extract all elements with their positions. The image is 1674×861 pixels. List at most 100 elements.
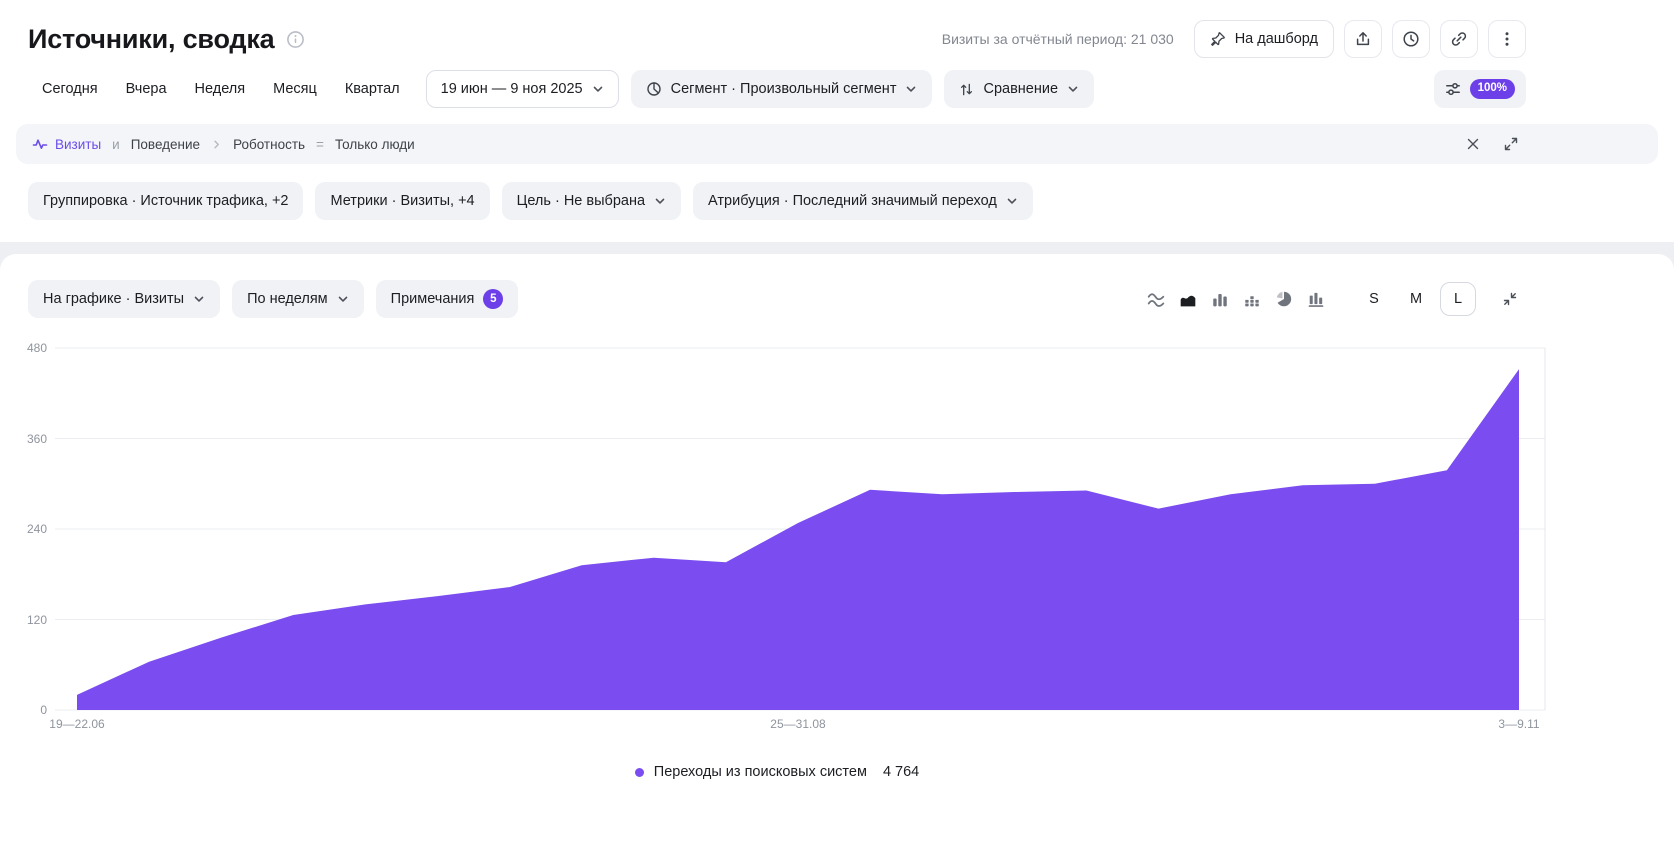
- smooth-line-chart-icon[interactable]: [1140, 283, 1172, 315]
- chevron-down-icon: [1006, 195, 1018, 207]
- attribution-label: Атрибуция · Последний значимый переход: [708, 193, 997, 209]
- tab-quarter[interactable]: Квартал: [331, 71, 414, 107]
- chart-toolbar: На графике · Визиты По неделям Примечани…: [0, 280, 1674, 318]
- y-axis-label: 480: [0, 341, 47, 355]
- date-range-select[interactable]: 19 июн — 9 ноя 2025: [426, 70, 619, 108]
- add-to-dashboard-button[interactable]: На дашборд: [1194, 20, 1334, 58]
- segment-icon: [646, 81, 662, 97]
- tab-yesterday[interactable]: Вчера: [112, 71, 181, 107]
- visits-area-chart[interactable]: 012024036048019—22.0625—31.083—9.11: [0, 336, 1674, 740]
- size-button-l[interactable]: L: [1440, 282, 1476, 316]
- filter-operator: =: [316, 137, 324, 152]
- sampling-badge: 100%: [1470, 79, 1515, 99]
- export-button[interactable]: [1344, 20, 1382, 58]
- y-axis-label: 240: [0, 522, 47, 536]
- title-wrap: Источники, сводка: [28, 24, 305, 55]
- chevron-down-icon: [193, 293, 205, 305]
- add-to-dashboard-label: На дашборд: [1235, 31, 1318, 47]
- filter-path-behavior[interactable]: Поведение: [131, 137, 200, 152]
- chevron-down-icon: [905, 83, 917, 95]
- notes-label: Примечания: [391, 291, 475, 307]
- comparison-label: Сравнение: [983, 81, 1058, 97]
- y-axis-label: 0: [0, 703, 47, 717]
- pulse-icon: [32, 136, 48, 152]
- x-axis-label: 25—31.08: [770, 717, 825, 731]
- card-section: На графике · Визиты По неделям Примечани…: [0, 242, 1674, 849]
- report-settings-row: Группировка · Источник трафика, +2 Метри…: [0, 164, 1674, 242]
- comparison-icon: [959, 82, 974, 97]
- segment-label: Сегмент · Произвольный сегмент: [671, 81, 897, 97]
- report-header: Источники, сводка Визиты за отчётный пер…: [0, 0, 1674, 68]
- collapse-chart-button[interactable]: [1494, 283, 1526, 315]
- report-period-visits: Визиты за отчётный период: 21 030: [942, 31, 1174, 47]
- expand-icon: [1503, 136, 1519, 152]
- chevron-down-icon: [1067, 83, 1079, 95]
- filter-metric-visits[interactable]: Визиты: [32, 136, 101, 152]
- period-controls: Сегодня Вчера Неделя Месяц Квартал 19 ию…: [0, 68, 1674, 124]
- filter-bar: Визиты и Поведение Роботность = Только л…: [16, 124, 1658, 164]
- metrics-select[interactable]: Метрики · Визиты, +4: [315, 182, 489, 220]
- filter-value[interactable]: Только люди: [335, 137, 415, 152]
- legend-value: 4 764: [883, 764, 919, 780]
- sampling-button[interactable]: 100%: [1434, 70, 1526, 108]
- column-chart-icon[interactable]: [1300, 283, 1332, 315]
- filter-metric-label: Визиты: [55, 137, 101, 152]
- chart-grouping-label: По неделям: [247, 291, 328, 307]
- y-axis-label: 360: [0, 432, 47, 446]
- filter-conjunction: и: [112, 137, 120, 152]
- chevron-right-icon: [211, 139, 222, 150]
- clock-icon: [1402, 30, 1420, 48]
- filter-path-robots[interactable]: Роботность: [233, 137, 305, 152]
- notes-count-badge: 5: [483, 289, 503, 309]
- yandex-metrica-report-page: Источники, сводка Визиты за отчётный пер…: [0, 0, 1674, 849]
- stacked-bar-chart-icon[interactable]: [1236, 283, 1268, 315]
- page-title: Источники, сводка: [28, 24, 274, 55]
- area-chart-icon[interactable]: [1172, 283, 1204, 315]
- size-button-m[interactable]: M: [1398, 282, 1434, 316]
- filter-bar-actions: [1458, 129, 1526, 159]
- sliders-icon: [1445, 81, 1461, 97]
- chart-canvas: [0, 336, 1674, 740]
- chevron-down-icon: [592, 83, 604, 95]
- tab-week[interactable]: Неделя: [181, 71, 260, 107]
- grouping-select[interactable]: Группировка · Источник трафика, +2: [28, 182, 303, 220]
- date-range-label: 19 июн — 9 ноя 2025: [441, 81, 583, 97]
- goal-select[interactable]: Цель · Не выбрана: [502, 182, 681, 220]
- copy-link-button[interactable]: [1440, 20, 1478, 58]
- goal-label: Цель · Не выбрана: [517, 193, 645, 209]
- chevron-down-icon: [337, 293, 349, 305]
- chart-metric-select[interactable]: На графике · Визиты: [28, 280, 220, 318]
- x-axis-label: 19—22.06: [49, 717, 104, 731]
- more-menu-button[interactable]: [1488, 20, 1526, 58]
- attribution-select[interactable]: Атрибуция · Последний значимый переход: [693, 182, 1033, 220]
- header-actions: Визиты за отчётный период: 21 030 На даш…: [942, 20, 1526, 58]
- metrics-label: Метрики · Визиты, +4: [330, 193, 474, 209]
- segment-select[interactable]: Сегмент · Произвольный сегмент: [631, 70, 933, 108]
- chart-card: На графике · Визиты По неделям Примечани…: [0, 254, 1674, 849]
- area-series-search-traffic: [77, 369, 1519, 710]
- remove-filter-button[interactable]: [1458, 129, 1488, 159]
- info-icon[interactable]: [286, 30, 305, 49]
- close-icon: [1465, 136, 1481, 152]
- chart-size-switch: S M L: [1356, 282, 1476, 316]
- chart-grouping-select[interactable]: По неделям: [232, 280, 364, 318]
- chart-view-controls: S M L: [1140, 282, 1526, 316]
- pin-icon: [1210, 31, 1226, 47]
- tab-month[interactable]: Месяц: [259, 71, 331, 107]
- collapse-icon: [1502, 291, 1518, 307]
- chevron-down-icon: [654, 195, 666, 207]
- expand-filter-button[interactable]: [1496, 129, 1526, 159]
- comparison-select[interactable]: Сравнение: [944, 70, 1094, 108]
- bar-chart-icon[interactable]: [1204, 283, 1236, 315]
- size-button-s[interactable]: S: [1356, 282, 1392, 316]
- pie-chart-icon[interactable]: [1268, 283, 1300, 315]
- kebab-menu-icon: [1498, 30, 1516, 48]
- grouping-label: Группировка · Источник трафика, +2: [43, 193, 288, 209]
- chart-metric-label: На графике · Визиты: [43, 291, 184, 307]
- y-axis-label: 120: [0, 613, 47, 627]
- export-icon: [1354, 30, 1372, 48]
- notes-button[interactable]: Примечания 5: [376, 280, 519, 318]
- legend-item-search-traffic[interactable]: Переходы из поисковых систем 4 764: [0, 764, 1674, 780]
- history-button[interactable]: [1392, 20, 1430, 58]
- tab-today[interactable]: Сегодня: [28, 71, 112, 107]
